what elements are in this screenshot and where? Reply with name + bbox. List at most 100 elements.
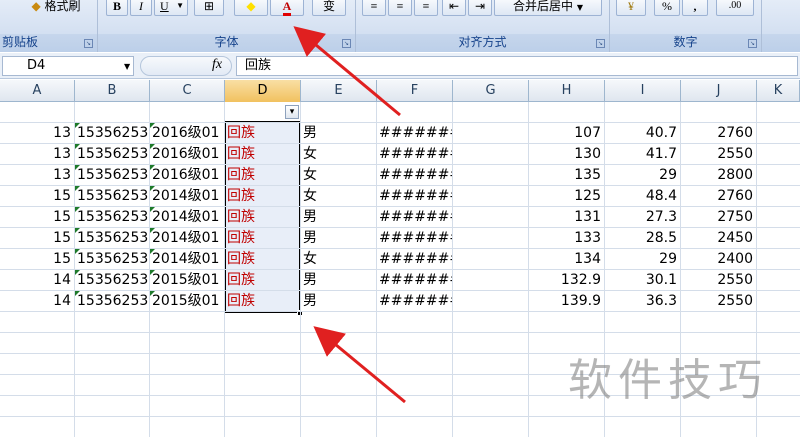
cell-c[interactable]: 2016级01 [150,144,224,165]
cell-b[interactable]: 15356253 [75,123,149,144]
cell-h[interactable]: 139.9 [529,291,604,312]
italic-button[interactable]: I [130,0,152,16]
merge-center-button[interactable]: 合并后居中 ▼ [494,0,602,16]
cell-b[interactable]: 15356253 [75,291,149,312]
cell-d[interactable]: 回族 [225,270,300,291]
formula-input[interactable]: 回族 [236,56,798,76]
cell-d[interactable]: 回族 [225,165,300,186]
column-header-c[interactable]: C [150,80,225,102]
cell-c[interactable]: 2014级01 [150,228,224,249]
alignment-launcher-icon[interactable]: ↘ [596,39,605,48]
cell-h[interactable]: 130 [529,144,604,165]
cell-i[interactable]: 27.3 [605,207,680,228]
cell-j[interactable]: 2400 [681,249,756,270]
cell-a[interactable]: 15 [0,186,74,207]
cell-f[interactable]: ######## [377,291,452,312]
cell-i[interactable]: 29 [605,165,680,186]
insert-function-icon[interactable]: fx [212,57,222,73]
number-launcher-icon[interactable]: ↘ [748,39,757,48]
cell-c[interactable]: 2015级01 [150,270,224,291]
cell-a[interactable]: 13 [0,123,74,144]
cell-e[interactable]: 女 [301,186,376,207]
cell-d[interactable]: 回族 [225,249,300,270]
column-header-h[interactable]: H [529,80,605,102]
increase-decimal-button[interactable]: .00 [716,0,754,16]
cell-h[interactable]: 107 [529,123,604,144]
cell-h[interactable]: 134 [529,249,604,270]
column-header-i[interactable]: I [605,80,681,102]
bold-button[interactable]: B [106,0,128,16]
underline-button[interactable]: U ▼ [154,0,188,16]
font-launcher-icon[interactable]: ↘ [342,39,351,48]
cell-j[interactable]: 2550 [681,270,756,291]
cell-i[interactable]: 29 [605,249,680,270]
cell-h[interactable]: 135 [529,165,604,186]
column-header-a[interactable]: A [0,80,75,102]
format-painter-button[interactable]: ◆ 格式刷 [20,0,92,16]
cell-f[interactable]: ######## [377,249,452,270]
cell-e[interactable]: 男 [301,291,376,312]
column-header-k[interactable]: K [757,80,800,102]
cell-c[interactable]: 2014级01 [150,207,224,228]
cell-a[interactable]: 14 [0,270,74,291]
percent-button[interactable]: % [654,0,680,16]
cell-i[interactable]: 30.1 [605,270,680,291]
currency-button[interactable]: ¥ [616,0,646,16]
font-color-button[interactable]: A [270,0,304,16]
cell-f[interactable]: ######## [377,270,452,291]
cell-c[interactable]: 2016级01 [150,165,224,186]
cell-i[interactable]: 28.5 [605,228,680,249]
cell-a[interactable]: 15 [0,249,74,270]
column-header-d[interactable]: D [225,80,301,102]
phonetic-button[interactable]: 变 [312,0,346,16]
cell-b[interactable]: 15356253 [75,144,149,165]
cell-d[interactable]: 回族 [225,228,300,249]
cell-j[interactable]: 2760 [681,186,756,207]
cell-d[interactable]: 回族 [225,291,300,312]
cell-i[interactable]: 40.7 [605,123,680,144]
cell-e[interactable]: 男 [301,270,376,291]
column-header-b[interactable]: B [75,80,150,102]
cell-j[interactable]: 2550 [681,291,756,312]
cell-j[interactable]: 2760 [681,123,756,144]
cell-b[interactable]: 15356253 [75,207,149,228]
cell-f[interactable]: ######## [377,144,452,165]
cell-e[interactable]: 女 [301,165,376,186]
column-header-j[interactable]: J [681,80,757,102]
cell-e[interactable]: 男 [301,207,376,228]
cell-b[interactable]: 15356253 [75,228,149,249]
comma-button[interactable]: , [682,0,708,16]
cell-f[interactable]: ######## [377,186,452,207]
name-box[interactable]: D4 [2,56,134,76]
cell-a[interactable]: 13 [0,144,74,165]
cell-e[interactable]: 男 [301,228,376,249]
cell-j[interactable]: 2750 [681,207,756,228]
decrease-indent-button[interactable]: ⇤ [442,0,466,16]
cell-a[interactable]: 15 [0,228,74,249]
column-header-e[interactable]: E [301,80,377,102]
cell-c[interactable]: 2014级01 [150,186,224,207]
cell-b[interactable]: 15356253 [75,249,149,270]
column-header-f[interactable]: F [377,80,453,102]
cell-f[interactable]: ######## [377,165,452,186]
cell-e[interactable]: 女 [301,144,376,165]
increase-indent-button[interactable]: ⇥ [468,0,492,16]
cell-c[interactable]: 2016级01 [150,123,224,144]
cell-b[interactable]: 15356253 [75,270,149,291]
cell-d[interactable]: 回族 [225,207,300,228]
cell-a[interactable]: 13 [0,165,74,186]
cell-c[interactable]: 2015级01 [150,291,224,312]
cell-d[interactable]: 回族 [225,186,300,207]
clipboard-launcher-icon[interactable]: ↘ [84,39,93,48]
cell-h[interactable]: 125 [529,186,604,207]
cell-i[interactable]: 48.4 [605,186,680,207]
filter-dropdown-button[interactable]: ▾ [285,105,299,119]
cell-h[interactable]: 132.9 [529,270,604,291]
align-right-button[interactable]: ≡ [414,0,438,16]
cell-f[interactable]: ######## [377,228,452,249]
cell-j[interactable]: 2550 [681,144,756,165]
cell-i[interactable]: 41.7 [605,144,680,165]
cell-d[interactable]: 回族 [225,144,300,165]
cell-i[interactable]: 36.3 [605,291,680,312]
fill-color-button[interactable]: ◆ [234,0,268,16]
